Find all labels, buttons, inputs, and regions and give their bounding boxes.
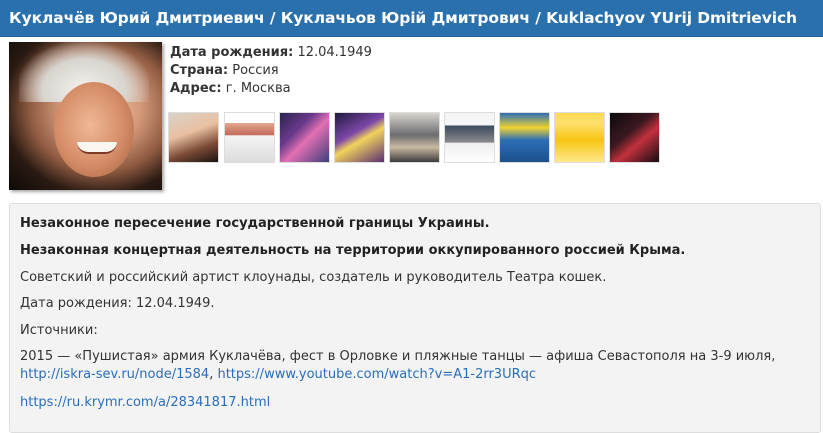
address-value: г. Москва [225, 81, 291, 96]
country-value: Россия [232, 63, 279, 78]
gallery-thumbnail[interactable] [444, 112, 495, 163]
bio-birth-date: Дата рождения: 12.04.1949. [20, 296, 215, 311]
address-label: Адрес: [170, 81, 222, 96]
profile-photo[interactable] [9, 42, 162, 190]
source-link[interactable]: https://ru.krymr.com/a/28341817.html [20, 395, 270, 410]
gallery-thumbnail[interactable] [168, 112, 219, 163]
profile-header: Куклачёв Юрий Дмитриевич / Куклачьов Юрі… [0, 0, 823, 37]
birth-row: Дата рождения: 12.04.1949 [170, 44, 372, 62]
photo-smile [77, 142, 117, 154]
birth-value: 12.04.1949 [297, 45, 372, 60]
source-entry: 2015 — «Пушистая» армия Куклачёва, фест … [20, 348, 810, 384]
source-link[interactable]: http://iskra-sev.ru/node/1584 [20, 367, 209, 382]
gallery-thumbnail[interactable] [334, 112, 385, 163]
sources-label: Источники: [20, 323, 98, 338]
bio-panel: Незаконное пересечение государственной г… [9, 203, 821, 433]
photo-face [54, 82, 134, 177]
source-text: 2015 — «Пушистая» армия Куклачёва, фест … [20, 349, 776, 364]
gallery-thumbnail[interactable] [279, 112, 330, 163]
source-entry: https://ru.krymr.com/a/28341817.html [20, 394, 270, 412]
gallery-thumbnail[interactable] [554, 112, 605, 163]
address-row: Адрес: г. Москва [170, 80, 372, 98]
warning-text: Незаконное пересечение государственной г… [20, 216, 490, 231]
gallery-thumbnail[interactable] [499, 112, 550, 163]
page-title: Куклачёв Юрий Дмитриевич / Куклачьов Юрі… [9, 9, 797, 27]
gallery-thumbnail[interactable] [224, 112, 275, 163]
photo-gallery [168, 112, 668, 164]
birth-label: Дата рождения: [170, 45, 294, 60]
bio-description: Советский и российский артист клоунады, … [20, 270, 607, 285]
source-link[interactable]: https://www.youtube.com/watch?v=A1-2rr3U… [217, 367, 536, 382]
gallery-thumbnail[interactable] [389, 112, 440, 163]
country-label: Страна: [170, 63, 229, 78]
profile-info: Дата рождения: 12.04.1949 Страна: Россия… [170, 44, 372, 98]
warning-text: Незаконная концертная деятельность на те… [20, 243, 686, 258]
country-row: Страна: Россия [170, 62, 372, 80]
gallery-thumbnail[interactable] [609, 112, 660, 163]
